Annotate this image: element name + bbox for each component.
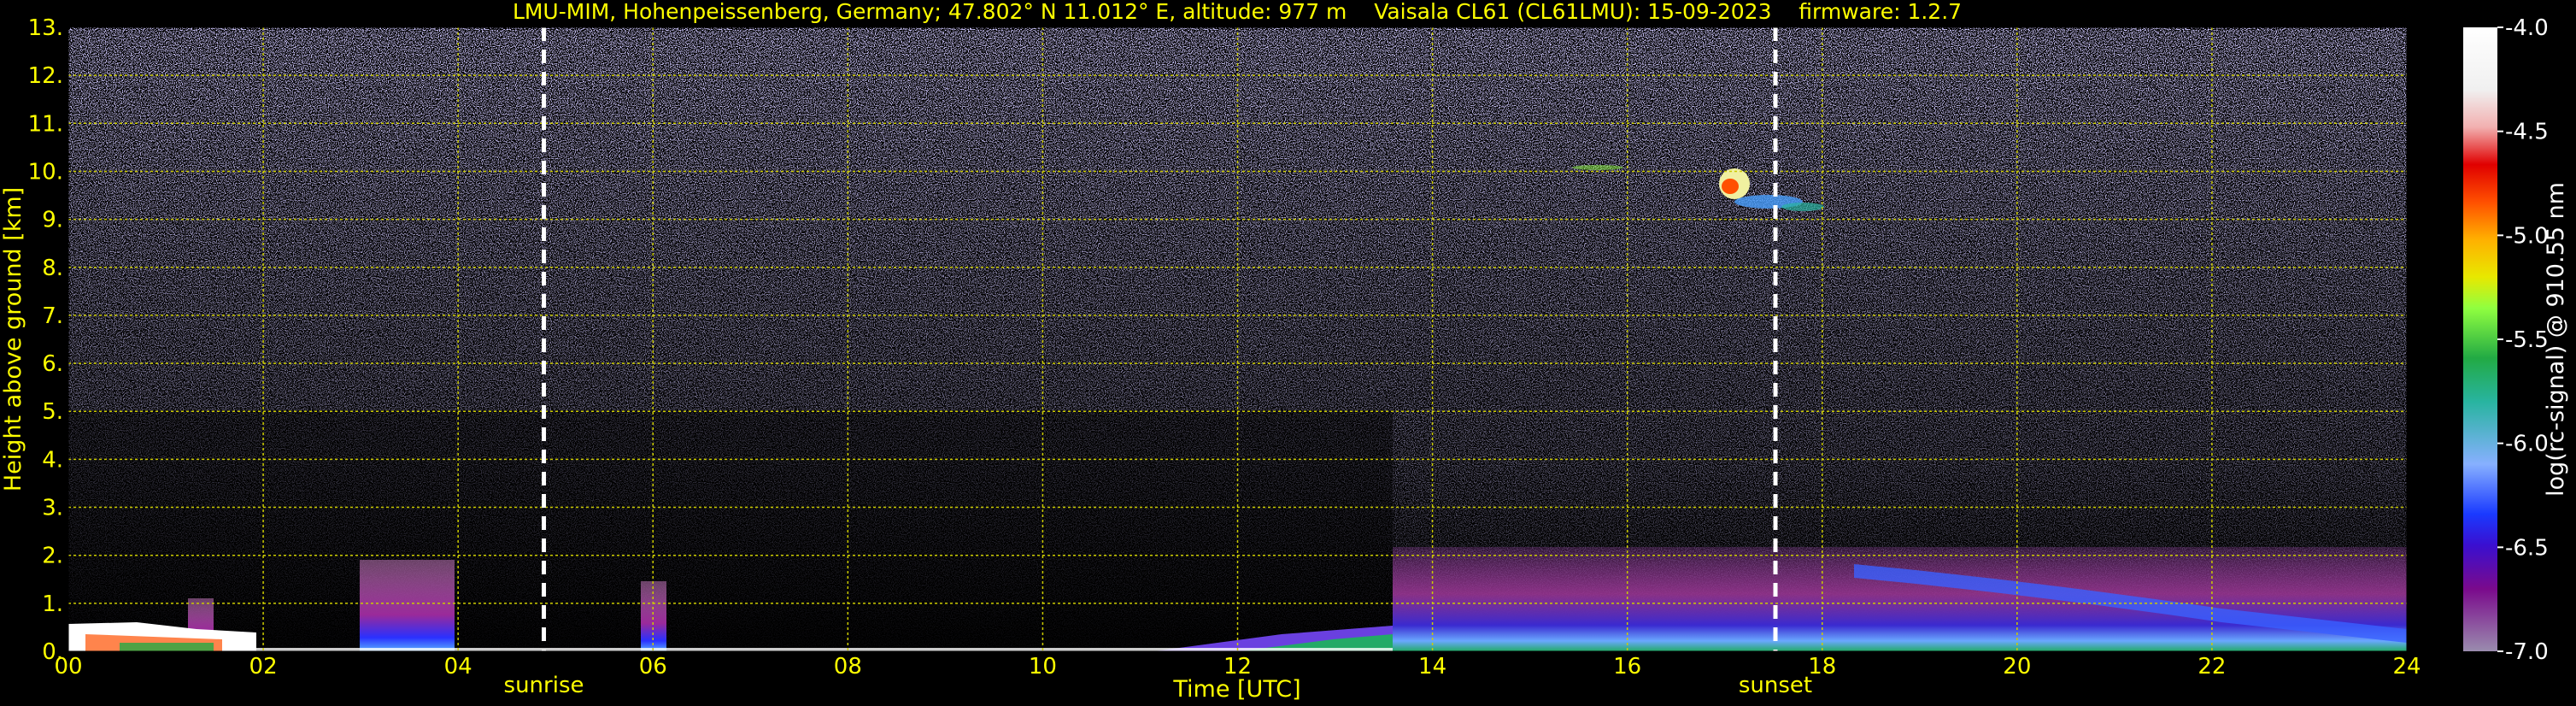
y-tick-label: 8. xyxy=(42,256,63,281)
y-tick-label: 13. xyxy=(28,15,63,41)
x-tick-label: 18 xyxy=(1808,654,1836,680)
y-tick-label: 1. xyxy=(42,591,63,617)
colorbar-tick-label: -7.0 xyxy=(2505,639,2549,665)
colorbar-tick-label: -4.5 xyxy=(2505,120,2549,145)
colorbar-tick-label: -6.5 xyxy=(2505,535,2549,561)
colorbar-tick-label: -4.0 xyxy=(2505,15,2549,41)
y-tick-label: 12. xyxy=(28,63,63,89)
sun-marker-label: sunrise xyxy=(504,673,584,698)
x-tick-label: 20 xyxy=(2003,654,2031,680)
chart-title: LMU-MIM, Hohenpeissenberg, Germany; 47.8… xyxy=(513,0,1962,24)
x-tick-label: 22 xyxy=(2198,654,2226,680)
x-tick-label: 06 xyxy=(639,654,667,680)
x-tick-label: 16 xyxy=(1613,654,1641,680)
y-tick-label: 5. xyxy=(42,399,63,425)
y-tick-label: 10. xyxy=(28,159,63,185)
colorbar-label: log(rc-signal) @ 910.55 nm xyxy=(2543,182,2569,497)
y-tick-label: 0. xyxy=(42,639,63,665)
sun-marker-label: sunset xyxy=(1739,673,1812,698)
x-tick-label: 10 xyxy=(1029,654,1057,680)
colorbar-gradient xyxy=(2463,27,2497,651)
y-tick-label: 11. xyxy=(28,111,63,137)
boundary-layer xyxy=(1393,547,2407,651)
x-axis-label: Time [UTC] xyxy=(1172,676,1300,703)
aerosol-patch xyxy=(360,560,455,651)
y-tick-label: 3. xyxy=(42,496,63,521)
y-axis-label: Height above ground [km] xyxy=(0,187,26,491)
x-tick-label: 02 xyxy=(249,654,278,680)
x-tick-label: 14 xyxy=(1418,654,1446,680)
colorbar-tick-labels: -4.0-4.5-5.0-5.5-6.0-6.5-7.0 xyxy=(2497,15,2549,665)
x-tick-label: 04 xyxy=(444,654,472,680)
x-tick-label: 24 xyxy=(2392,654,2421,680)
y-tick-labels: 0. 1. 2. 3. 4. 5. 6. 7. 8. 9. 10. 11. 12. 13. xyxy=(28,15,63,665)
y-tick-label: 9. xyxy=(42,208,63,233)
plot-area xyxy=(67,26,2408,652)
y-tick-label: 6. xyxy=(42,351,63,377)
x-tick-label: 08 xyxy=(834,654,862,680)
y-tick-label: 7. xyxy=(42,303,63,329)
y-tick-label: 4. xyxy=(42,447,63,473)
ceilometer-chart: 00 02 04 06 08 10 12 14 16 18 20 22 24 0.1.2.3.4.5.6… xyxy=(0,0,2569,703)
y-tick-label: 2. xyxy=(42,544,63,569)
colorbar: -4.0-4.5-5.0-5.5-6.0-6.5-7.0 log(rc-sign… xyxy=(2463,15,2569,665)
